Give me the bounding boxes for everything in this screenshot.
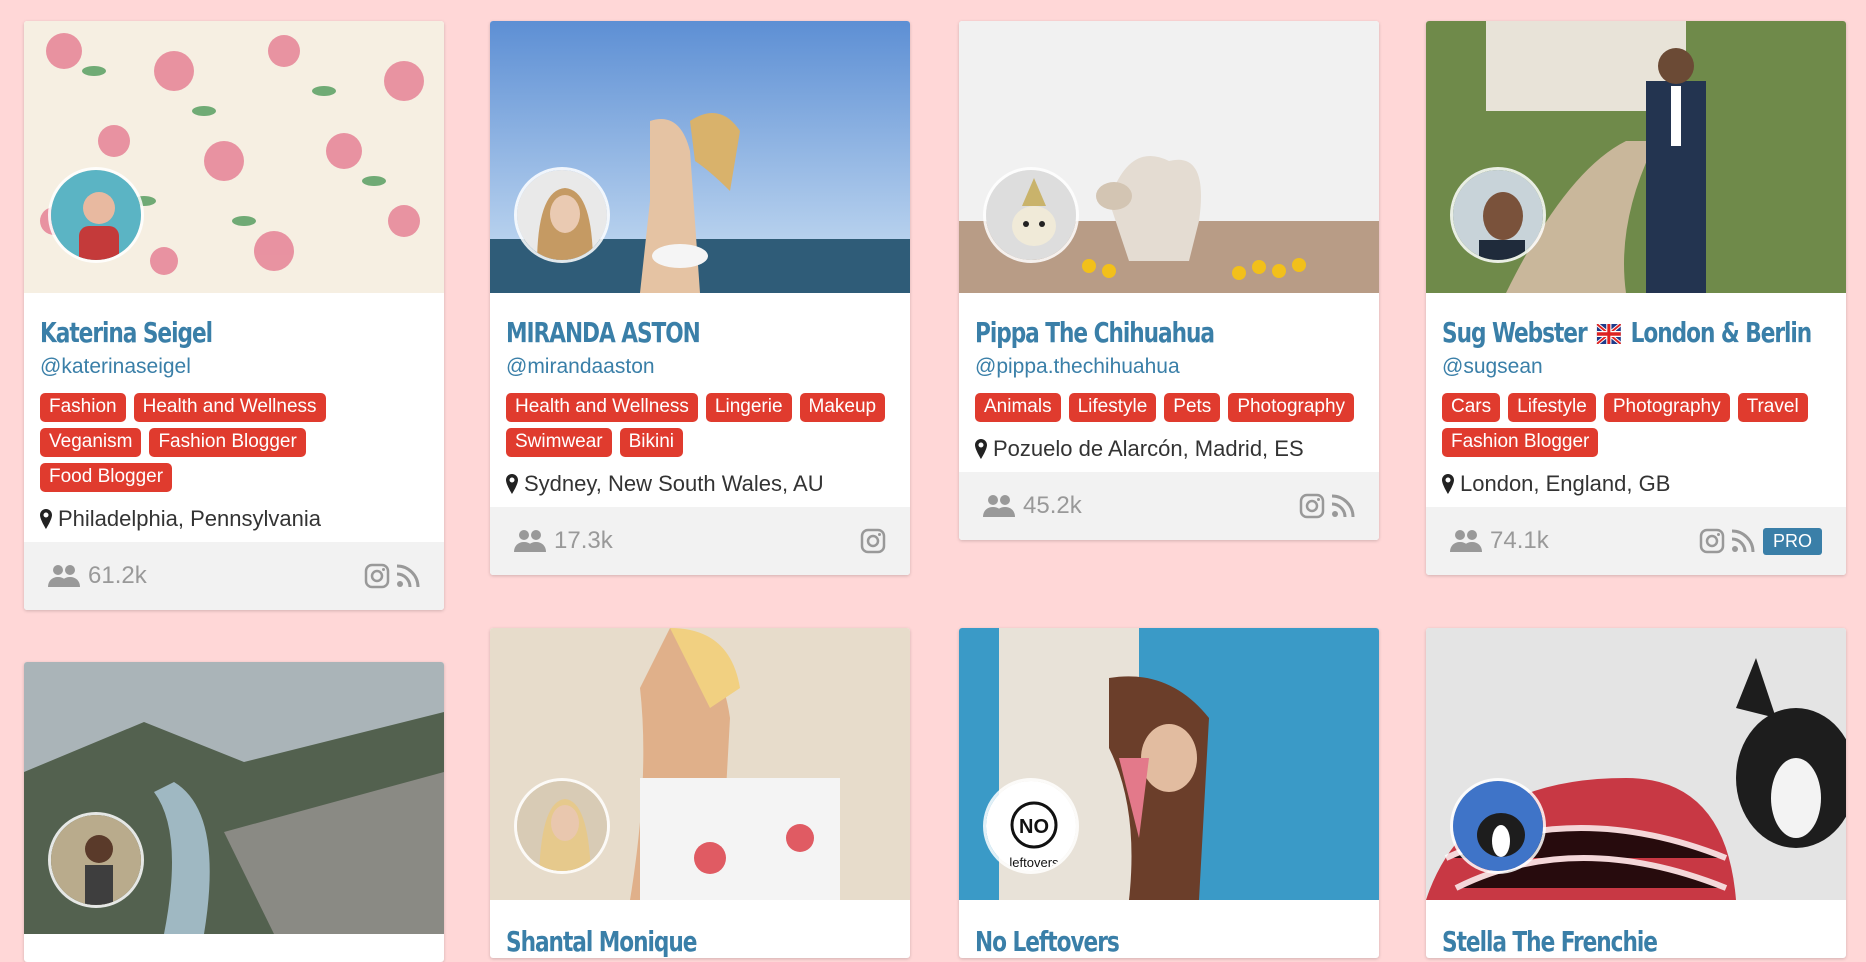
location-text: Philadelphia, Pennsylvania [58, 506, 321, 531]
influencer-name[interactable]: Shantal Monique [506, 926, 840, 958]
location: London, England, GB [1442, 471, 1830, 497]
avatar[interactable] [514, 167, 610, 263]
tag[interactable]: Animals [975, 393, 1061, 422]
card-footer: 17.3k [490, 507, 910, 575]
tag[interactable]: Food Blogger [40, 463, 173, 492]
influencer-name[interactable]: No Leftovers [975, 926, 1309, 958]
influencer-name-part: London & Berlin [1630, 316, 1813, 349]
tag[interactable]: Fashion [40, 393, 126, 422]
instagram-icon[interactable] [364, 563, 390, 589]
card-footer: 45.2k [959, 472, 1379, 540]
tag[interactable]: Fashion Blogger [149, 428, 306, 457]
influencer-grid: Katerina Seigel @katerinaseigel Fashion … [0, 0, 1866, 962]
cover-image [490, 628, 910, 900]
tag[interactable]: Health and Wellness [506, 393, 698, 422]
tag[interactable]: Photography [1228, 393, 1355, 422]
map-marker-icon [975, 439, 987, 459]
influencer-name[interactable]: Stella The Frenchie [1442, 926, 1776, 958]
tag[interactable]: Health and Wellness [133, 393, 326, 422]
avatar[interactable] [983, 167, 1079, 263]
location: Pozuelo de Alarcón, Madrid, ES [975, 436, 1363, 462]
rss-icon[interactable] [396, 564, 420, 588]
cover-image [490, 21, 910, 293]
influencer-card[interactable]: Pippa The Chihuahua @pippa.thechihuahua … [959, 21, 1379, 540]
avatar[interactable] [48, 812, 144, 908]
cover-image: NO leftovers [959, 628, 1379, 900]
instagram-icon[interactable] [860, 528, 886, 554]
influencer-card[interactable]: NO leftovers No Leftovers [959, 628, 1379, 958]
influencer-handle[interactable]: @sugsean [1442, 355, 1830, 379]
follower-count: 17.3k [554, 527, 613, 554]
avatar-logo-text: NO [1019, 816, 1049, 838]
avatar[interactable] [48, 167, 144, 263]
influencer-name[interactable]: Sug Webster London & Berlin [1442, 316, 1812, 349]
rss-icon[interactable] [1731, 529, 1755, 553]
influencer-card[interactable]: MIRANDA ASTON @mirandaaston Health and W… [490, 21, 910, 575]
tag[interactable]: Bikini [619, 428, 684, 457]
influencer-handle[interactable]: @mirandaaston [506, 355, 894, 379]
tag[interactable]: Fashion Blogger [1442, 428, 1599, 457]
cover-image [24, 21, 444, 293]
influencer-name[interactable]: MIRANDA ASTON [506, 317, 840, 349]
card-footer: 74.1k PRO [1426, 507, 1846, 575]
tag[interactable]: Veganism [40, 428, 142, 457]
follower-count: 61.2k [88, 562, 147, 589]
tag[interactable]: Lifestyle [1508, 393, 1596, 422]
map-marker-icon [506, 474, 518, 494]
avatar[interactable] [1450, 167, 1546, 263]
tag-list: Health and Wellness Lingerie Makeup Swim… [506, 393, 894, 457]
followers-icon [1450, 530, 1482, 552]
location: Philadelphia, Pennsylvania [40, 506, 428, 532]
avatar[interactable]: NO leftovers [983, 778, 1079, 874]
tag[interactable]: Pets [1164, 393, 1221, 422]
follower-count: 74.1k [1490, 527, 1549, 554]
tag[interactable]: Lifestyle [1068, 393, 1157, 422]
map-marker-icon [40, 509, 52, 529]
avatar[interactable] [514, 778, 610, 874]
tag-list: Animals Lifestyle Pets Photography [975, 393, 1363, 422]
influencer-name[interactable]: Pippa The Chihuahua [975, 317, 1309, 349]
pro-badge: PRO [1762, 527, 1822, 555]
avatar-logo-subtext: leftovers [1009, 855, 1059, 870]
influencer-card[interactable]: Shantal Monique [490, 628, 910, 958]
influencer-name[interactable]: Katerina Seigel [40, 317, 374, 349]
tag[interactable]: Swimwear [506, 428, 612, 457]
tag[interactable]: Photography [1603, 393, 1730, 422]
followers-icon [514, 530, 546, 552]
tag[interactable]: Lingerie [705, 393, 792, 422]
rss-icon[interactable] [1331, 494, 1355, 518]
tag[interactable]: Makeup [799, 393, 886, 422]
location-text: Sydney, New South Wales, AU [524, 471, 824, 496]
instagram-icon[interactable] [1299, 493, 1325, 519]
tag-list: Fashion Health and Wellness Veganism Fas… [40, 393, 428, 492]
tag[interactable]: Travel [1737, 393, 1808, 422]
influencer-name-part: Sug Webster [1442, 316, 1588, 349]
cover-image [959, 21, 1379, 293]
followers-icon [983, 495, 1015, 517]
instagram-icon[interactable] [1699, 528, 1725, 554]
tag[interactable]: Cars [1442, 393, 1501, 422]
cover-image [24, 662, 444, 934]
influencer-card[interactable] [24, 662, 444, 962]
influencer-card[interactable]: Katerina Seigel @katerinaseigel Fashion … [24, 21, 444, 610]
location-text: London, England, GB [1460, 471, 1671, 496]
uk-flag-icon [1596, 324, 1621, 344]
follower-count: 45.2k [1023, 492, 1082, 519]
influencer-card[interactable]: Stella The Frenchie [1426, 628, 1846, 958]
avatar[interactable] [1450, 778, 1546, 874]
influencer-card[interactable]: Sug Webster London & Berlin @sugsean Car… [1426, 21, 1846, 575]
map-marker-icon [1442, 474, 1454, 494]
influencer-handle[interactable]: @katerinaseigel [40, 355, 428, 379]
card-footer: 61.2k [24, 542, 444, 610]
influencer-handle[interactable]: @pippa.thechihuahua [975, 355, 1363, 379]
tag-list: Cars Lifestyle Photography Travel Fashio… [1442, 393, 1830, 457]
location: Sydney, New South Wales, AU [506, 471, 894, 497]
cover-image [1426, 21, 1846, 293]
location-text: Pozuelo de Alarcón, Madrid, ES [993, 436, 1304, 461]
cover-image [1426, 628, 1846, 900]
followers-icon [48, 565, 80, 587]
